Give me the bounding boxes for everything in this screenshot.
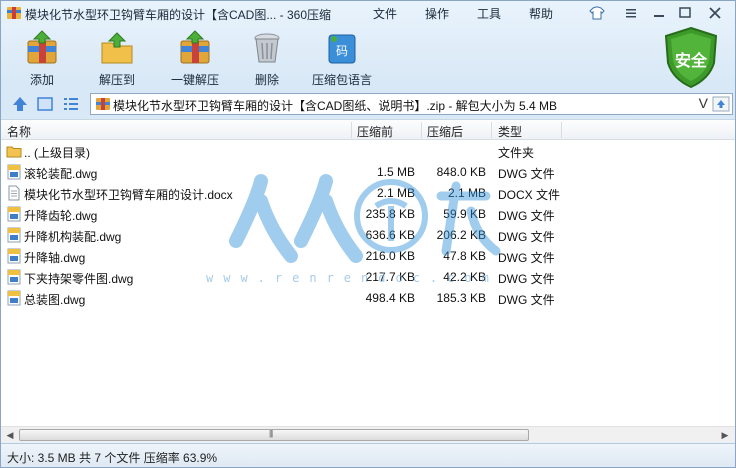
file-type: DOCX 文件	[498, 188, 561, 202]
file-type: DWG 文件	[498, 167, 555, 181]
uncompressed-size: 47.8 KB	[443, 249, 486, 263]
dwg-file-icon	[7, 290, 21, 306]
add-archive-icon	[27, 30, 57, 64]
app-logo-icon	[7, 7, 21, 19]
dwg-file-icon	[7, 269, 21, 285]
window-title: 模块化节水型环卫钩臂车厢的设计【含CAD图... - 360压缩	[25, 8, 332, 22]
file-type: DWG 文件	[498, 251, 555, 265]
menu-help[interactable]: 帮助	[529, 5, 553, 22]
uncompressed-size: 848.0 KB	[436, 165, 486, 179]
title-bar: 模块化节水型环卫钩臂车厢的设计【含CAD图... - 360压缩 文件 操作 工…	[1, 1, 735, 25]
table-row[interactable]: 模块化节水型环卫钩臂车厢的设计.docx 2.1 MB 2.1 MB DOCX …	[1, 183, 735, 204]
add-label: 添加	[29, 73, 54, 87]
security-shield-button[interactable]: 安全	[661, 25, 721, 89]
status-text: 大小: 3.5 MB 共 7 个文件 压缩率 63.9%	[7, 451, 218, 465]
dwg-file-icon	[7, 206, 21, 222]
horizontal-scrollbar[interactable]: ◀ ||| ▶	[1, 426, 735, 442]
scrollbar-thumb[interactable]	[19, 429, 529, 441]
column-divider[interactable]	[491, 122, 492, 138]
scrollbar-grip-icon: |||	[269, 429, 273, 438]
language-code-icon: 码	[328, 34, 356, 64]
menu-file[interactable]: 文件	[373, 5, 397, 22]
archive-language-button[interactable]: 码 压缩包语言	[312, 29, 372, 89]
compressed-size: 636.6 KB	[365, 228, 415, 242]
uncompressed-size: 59.9 KB	[443, 207, 486, 221]
add-button[interactable]: 添加	[19, 29, 65, 89]
uncompressed-size: 2.1 MB	[447, 186, 486, 200]
watermark-text: www.renrendoc.com	[206, 271, 499, 285]
minimize-icon[interactable]	[649, 4, 669, 22]
table-row[interactable]: 升降轴.dwg 216.0 KB 47.8 KB DWG 文件	[1, 246, 735, 267]
file-name: 升降机构装配.dwg	[24, 230, 122, 244]
compressed-size: 498.4 KB	[365, 291, 415, 305]
folder-icon	[6, 146, 22, 158]
trash-icon	[254, 33, 280, 63]
address-dropdown-chevron-icon[interactable]: V	[699, 95, 708, 111]
one-click-extract-icon	[180, 30, 210, 64]
menu-operate[interactable]: 操作	[425, 5, 449, 22]
scroll-left-arrow-icon[interactable]: ◀	[4, 430, 16, 440]
menu-dropdown-icon[interactable]	[621, 4, 641, 22]
table-row[interactable]: 总装图.dwg 498.4 KB 185.3 KB DWG 文件	[1, 288, 735, 309]
large-icons-view-icon[interactable]	[36, 95, 54, 113]
archive-language-label: 压缩包语言	[311, 73, 372, 87]
one-click-extract-label: 一键解压	[170, 73, 219, 87]
details-view-icon[interactable]	[62, 95, 80, 113]
delete-label: 删除	[254, 73, 279, 87]
compressed-size: 235.8 KB	[365, 207, 415, 221]
address-up-folder-icon[interactable]	[712, 96, 730, 112]
file-name: 下夹持架零件图.dwg	[24, 272, 134, 286]
file-type: 文件夹	[498, 146, 535, 160]
compressed-size: 1.5 MB	[376, 165, 415, 179]
address-bar[interactable]: 模块化节水型环卫钩臂车厢的设计【含CAD图纸、说明书】.zip - 解包大小为 …	[90, 93, 733, 115]
table-row[interactable]: .. (上级目录) 文件夹	[1, 141, 735, 162]
app-window: 模块化节水型环卫钩臂车厢的设计【含CAD图... - 360压缩 文件 操作 工…	[0, 0, 736, 468]
extract-folder-icon	[101, 32, 133, 64]
file-name: 滚轮装配.dwg	[24, 167, 98, 181]
uncompressed-size: 185.3 KB	[436, 291, 486, 305]
uncompressed-size: 206.2 KB	[436, 228, 486, 242]
file-type: DWG 文件	[498, 209, 555, 223]
compressed-size: 216.0 KB	[365, 249, 415, 263]
extract-to-label: 解压到	[98, 73, 135, 87]
navigate-up-icon[interactable]	[12, 95, 28, 113]
file-type: DWG 文件	[498, 230, 555, 244]
close-icon[interactable]	[705, 4, 725, 22]
extract-to-button[interactable]: 解压到	[94, 29, 140, 89]
file-name: 升降轴.dwg	[24, 251, 86, 265]
skin-shirt-icon[interactable]	[587, 4, 607, 22]
column-name[interactable]: 名称	[7, 123, 31, 140]
dwg-file-icon	[7, 164, 21, 180]
column-divider[interactable]	[421, 122, 422, 138]
archive-path: 模块化节水型环卫钩臂车厢的设计【含CAD图纸、说明书】.zip - 解包大小为 …	[113, 99, 558, 113]
column-header: 名称 压缩前 压缩后 类型	[1, 120, 735, 140]
docx-file-icon	[8, 185, 20, 201]
dwg-file-icon	[7, 227, 21, 243]
delete-button[interactable]: 删除	[246, 29, 288, 89]
zip-archive-icon	[96, 98, 110, 110]
table-row[interactable]: 升降机构装配.dwg 636.6 KB 206.2 KB DWG 文件	[1, 225, 735, 246]
file-name: 升降齿轮.dwg	[24, 209, 98, 223]
file-name: 总装图.dwg	[24, 293, 86, 307]
menu-tools[interactable]: 工具	[477, 5, 501, 22]
svg-text:码: 码	[336, 44, 348, 58]
one-click-extract-button[interactable]: 一键解压	[169, 29, 221, 89]
column-type[interactable]: 类型	[498, 123, 522, 140]
file-name: .. (上级目录)	[24, 146, 90, 160]
column-compressed[interactable]: 压缩前	[357, 123, 393, 140]
table-row[interactable]: 滚轮装配.dwg 1.5 MB 848.0 KB DWG 文件	[1, 162, 735, 183]
maximize-icon[interactable]	[675, 4, 695, 22]
table-row[interactable]: 升降齿轮.dwg 235.8 KB 59.9 KB DWG 文件	[1, 204, 735, 225]
compressed-size: 2.1 MB	[376, 186, 415, 200]
column-divider[interactable]	[561, 122, 562, 138]
dwg-file-icon	[7, 248, 21, 264]
status-bar: 大小: 3.5 MB 共 7 个文件 压缩率 63.9%	[1, 443, 735, 467]
file-name: 模块化节水型环卫钩臂车厢的设计.docx	[24, 188, 233, 202]
security-label: 安全	[674, 53, 707, 70]
scroll-right-arrow-icon[interactable]: ▶	[719, 430, 731, 440]
column-uncompressed[interactable]: 压缩后	[427, 123, 463, 140]
column-divider[interactable]	[351, 122, 352, 138]
file-type: DWG 文件	[498, 272, 555, 286]
file-type: DWG 文件	[498, 293, 555, 307]
